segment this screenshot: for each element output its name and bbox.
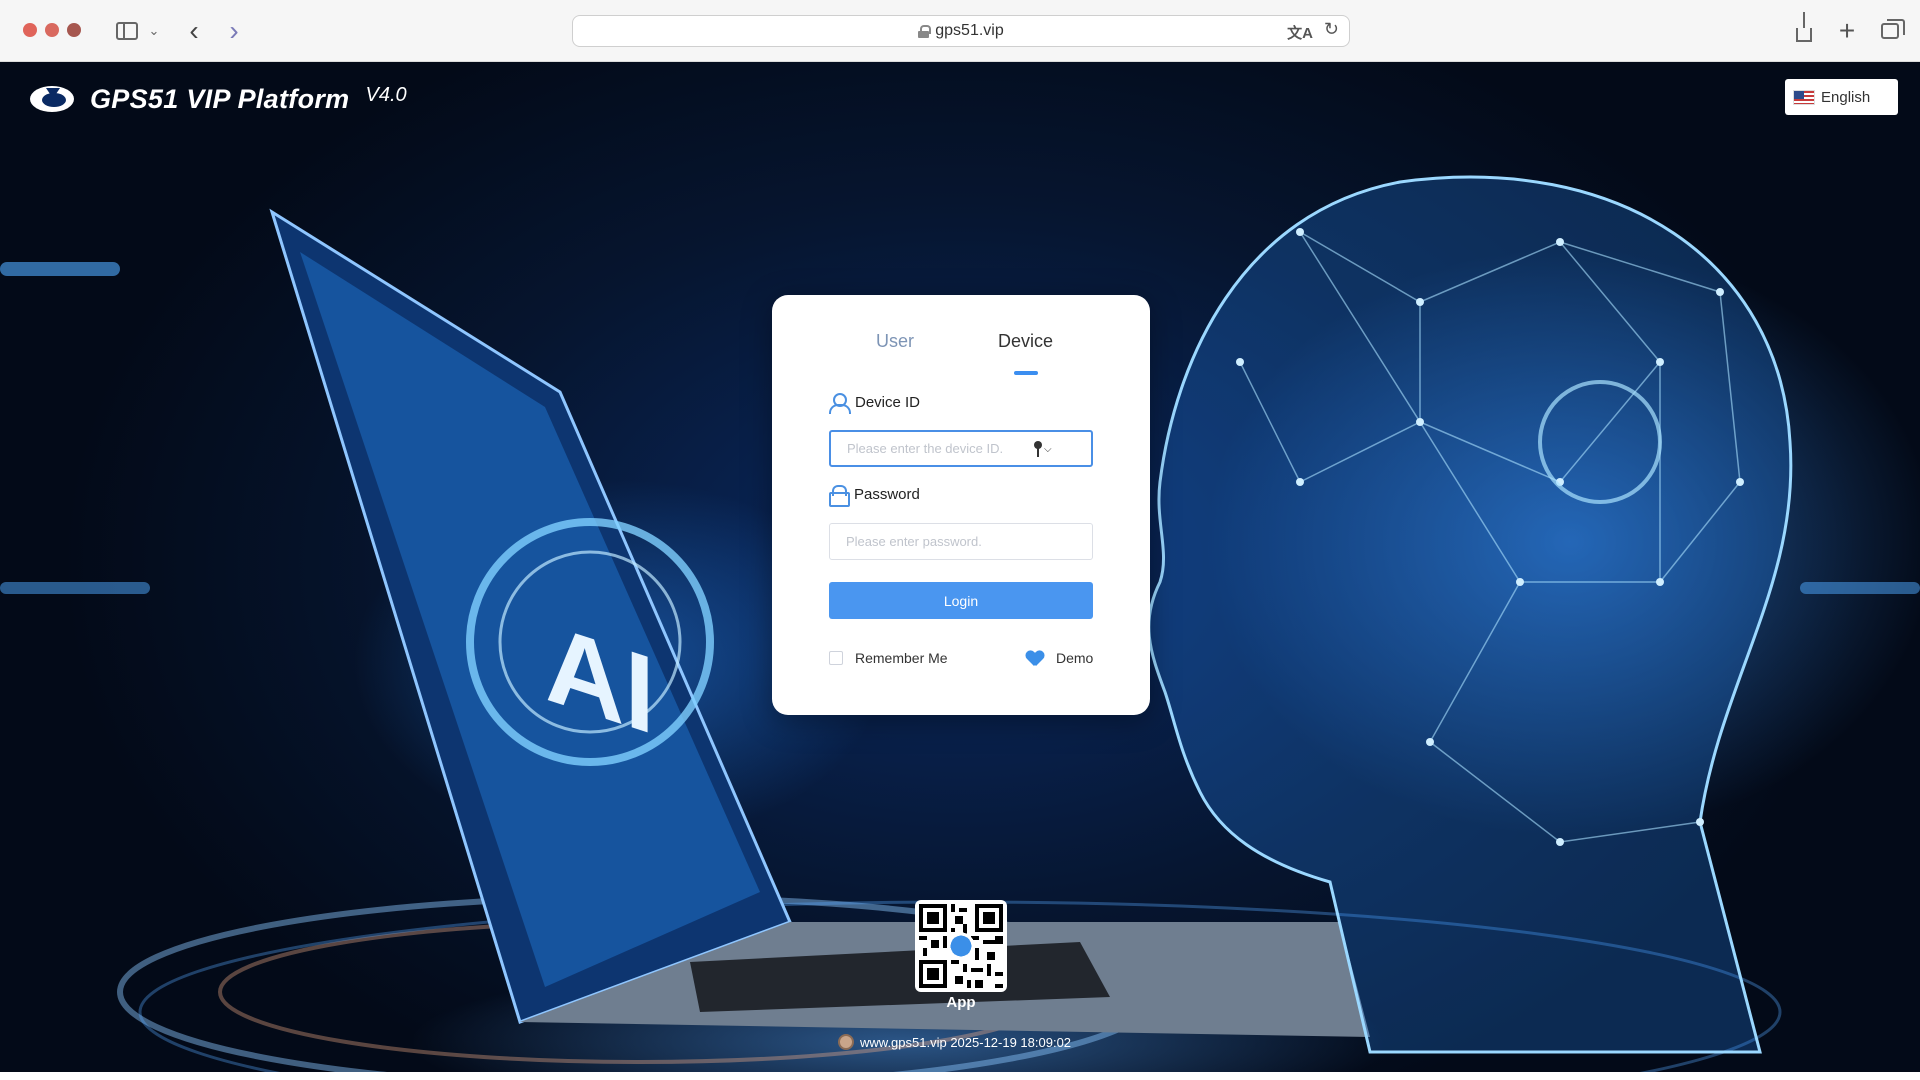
heart-icon (1026, 651, 1044, 666)
language-selector[interactable]: English (1785, 79, 1898, 115)
device-id-label: Device ID (829, 393, 921, 414)
share-button[interactable] (1790, 12, 1818, 45)
key-icon (1034, 441, 1042, 457)
footer: www.gps51.vip 2025-12-19 18:09:02 (838, 1034, 1071, 1050)
demo-link[interactable]: Demo (1026, 650, 1093, 666)
sidebar-icon (116, 22, 138, 40)
chevron-down-icon[interactable]: ⌄ (145, 17, 163, 45)
chevron-down-icon: ⌵ (1044, 443, 1052, 455)
demo-label: Demo (1056, 650, 1094, 666)
login-page: AI GPS51 VIP Platform V4.0 English User … (0, 62, 1920, 1072)
url-text: gps51.vip (935, 22, 1004, 39)
sidebar-toggle-button[interactable] (110, 17, 144, 45)
platform-version: V4.0 (365, 83, 407, 106)
password-label: Password (829, 485, 920, 507)
footer-text: www.gps51.vip 2025-12-19 18:09:02 (860, 1034, 1072, 1050)
language-label: English (1821, 88, 1871, 106)
remember-me-checkbox[interactable] (829, 651, 843, 665)
app-qr-code[interactable] (915, 900, 1007, 992)
device-history-dropdown[interactable]: ⌵ (1034, 439, 1062, 459)
browser-toolbar: ⌄ ‹ › gps51.vip 文A ↻ + (0, 0, 1920, 62)
avatar-icon (838, 1034, 854, 1050)
padlock-icon (829, 485, 850, 507)
remember-me[interactable]: Remember Me (829, 650, 948, 666)
back-button[interactable]: ‹ (180, 15, 208, 46)
minimize-window-button[interactable] (45, 23, 59, 37)
new-tab-button[interactable]: + (1833, 15, 1861, 46)
gps51-logo-icon (30, 86, 74, 112)
remember-me-label: Remember Me (855, 650, 948, 666)
lock-icon (918, 24, 932, 38)
active-tab-indicator (1014, 371, 1038, 375)
login-card: User Device Device ID ⌵ Password Login R… (772, 295, 1150, 715)
tabs-icon (1881, 19, 1905, 39)
brand-logo: GPS51 VIP Platform V4.0 (28, 82, 407, 116)
close-window-button[interactable] (23, 23, 37, 37)
tab-device[interactable]: Device (998, 331, 1053, 352)
login-button[interactable]: Login (829, 582, 1093, 619)
qr-code-icon (919, 904, 1003, 988)
device-id-label-text: Device ID (855, 393, 921, 411)
password-label-text: Password (854, 485, 920, 503)
forward-button[interactable]: › (220, 15, 248, 46)
platform-title: GPS51 VIP Platform (90, 83, 350, 114)
reload-icon[interactable]: ↻ (1324, 19, 1339, 40)
user-icon (829, 393, 851, 414)
password-input[interactable] (829, 523, 1093, 560)
zoom-window-button[interactable] (67, 23, 81, 37)
address-bar[interactable]: gps51.vip 文A ↻ (572, 15, 1350, 47)
app-label: App (946, 994, 976, 1011)
us-flag-icon (1793, 89, 1815, 105)
translate-icon[interactable]: 文A (1287, 22, 1313, 43)
tab-overview-button[interactable] (1876, 17, 1905, 45)
tab-user[interactable]: User (876, 331, 914, 352)
share-icon (1796, 12, 1812, 42)
